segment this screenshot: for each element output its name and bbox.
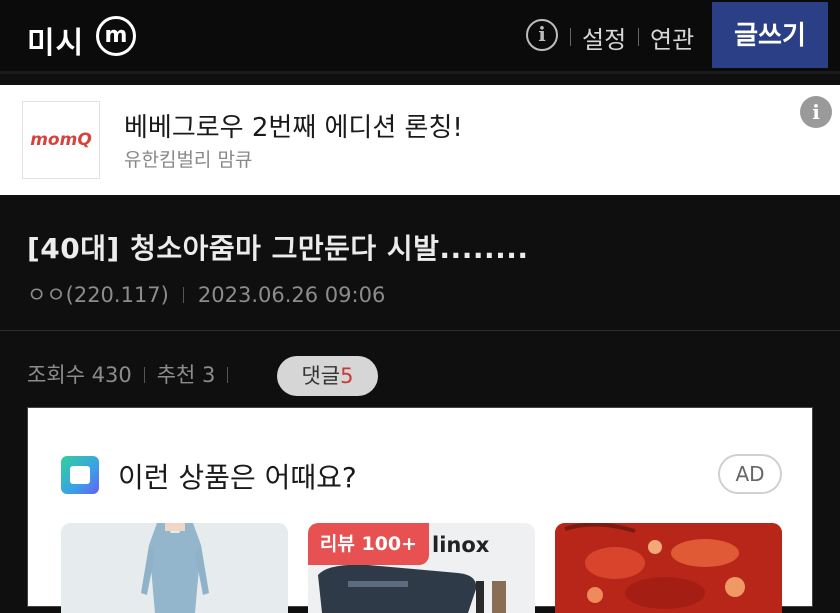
review-badge: 리뷰 100+ xyxy=(308,523,429,565)
comments-count: 5 xyxy=(340,364,354,388)
product-recommendation-card: 이런 상품은 어때요? AD 리뷰 100+ linox xyxy=(27,407,813,613)
nav-divider xyxy=(570,28,571,46)
product-brand: linox xyxy=(432,533,490,557)
product-section-title: 이런 상품은 어때요? xyxy=(118,461,357,494)
meta-divider xyxy=(182,287,184,303)
ad-brand-logo: momQ xyxy=(22,101,100,179)
ad-title[interactable]: 베베그로우 2번째 에디션 론칭! xyxy=(124,107,463,144)
post-title: [40대] 청소아줌마 그만둔다 시발........ xyxy=(27,232,529,265)
ad-subtitle: 유한킴벌리 맘큐 xyxy=(124,149,253,171)
related-link[interactable]: 연관 xyxy=(650,20,694,55)
post-meta: ㅇㅇ(220.117) 2023.06.26 09:06 xyxy=(27,279,385,309)
stats-divider xyxy=(143,367,145,383)
comments-button[interactable]: 댓글5 xyxy=(277,356,378,396)
ad-label[interactable]: AD xyxy=(718,454,782,494)
view-count: 조회수 430 xyxy=(27,363,132,387)
shopping-bag-icon xyxy=(61,456,99,494)
ad-info-icon[interactable]: i xyxy=(800,96,832,128)
stats-divider xyxy=(227,367,229,383)
recommend-count: 추천 3 xyxy=(156,363,216,387)
site-logo-text[interactable]: 미시 xyxy=(27,18,84,62)
post-stats: 조회수 430 추천 3 xyxy=(27,359,240,389)
top-navigation-bar: 미시 m i 설정 연관 글쓰기 xyxy=(0,0,840,74)
post-header: [40대] 청소아줌마 그만둔다 시발........ ㅇㅇ(220.117) 2… xyxy=(0,195,840,331)
post-author[interactable]: ㅇㅇ(220.117) xyxy=(27,283,169,307)
nav-divider xyxy=(638,28,639,46)
ad-banner[interactable]: momQ 베베그로우 2번째 에디션 론칭! 유한킴벌리 맘큐 i xyxy=(0,85,840,195)
write-post-button[interactable]: 글쓰기 xyxy=(712,2,828,68)
comments-label: 댓글 xyxy=(301,364,341,388)
settings-link[interactable]: 설정 xyxy=(582,20,626,55)
info-icon[interactable]: i xyxy=(526,19,558,51)
post-datetime: 2023.06.26 09:06 xyxy=(197,283,386,307)
site-logo-icon[interactable]: m xyxy=(96,16,136,56)
